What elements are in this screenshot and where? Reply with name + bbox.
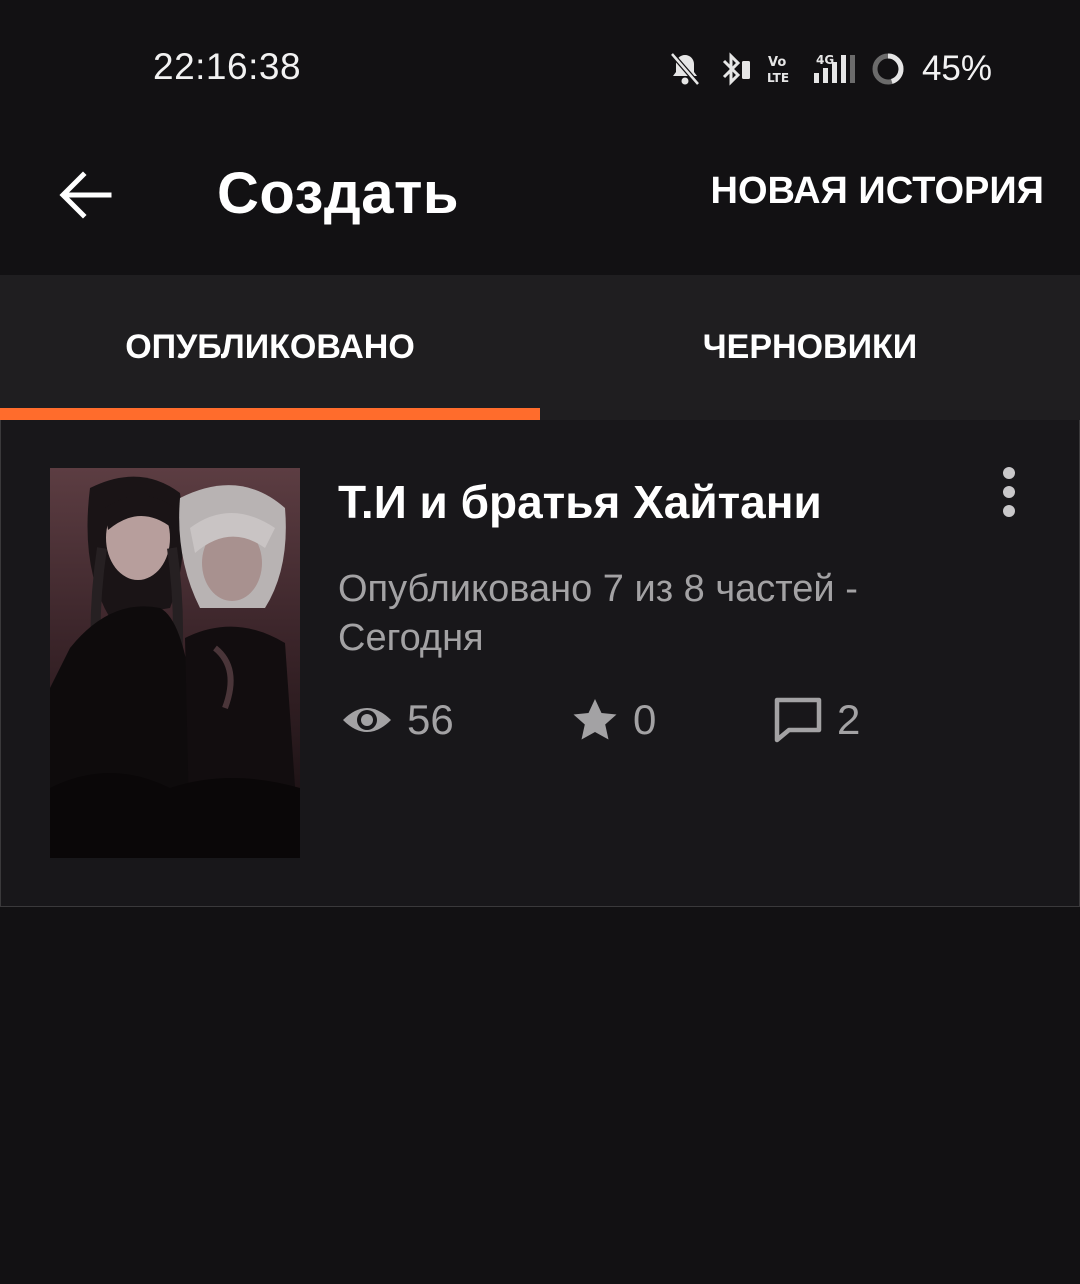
status-clock: 22:16:38: [153, 46, 302, 87]
tab-published[interactable]: ОПУБЛИКОВАНО: [0, 275, 540, 420]
more-options-button[interactable]: [989, 462, 1029, 522]
story-title: Т.И и братья Хайтани: [338, 476, 822, 528]
battery-ring-icon: [870, 51, 906, 87]
signal-4g-icon: 4G: [808, 51, 856, 87]
tab-indicator: [0, 408, 540, 420]
more-dot: [1003, 467, 1015, 479]
battery-percentage: 45%: [921, 49, 992, 88]
tab-bar: ОПУБЛИКОВАНО ЧЕРНОВИКИ: [0, 275, 1080, 421]
volte-icon: Vo LTE: [766, 51, 794, 87]
story-cover-image: [50, 468, 300, 858]
svg-text:Vo: Vo: [768, 55, 786, 70]
story-stats: 56 0 2: [338, 690, 978, 750]
story-publish-info: Опубликовано 7 из 8 частей - Сегодня: [338, 568, 858, 659]
eye-icon: [343, 708, 391, 732]
tab-drafts[interactable]: ЧЕРНОВИКИ: [540, 275, 1080, 420]
page-title: Создать: [217, 161, 460, 226]
status-bar: 22:16:38 Vo LTE 4G 45%: [0, 0, 1080, 130]
comments-count: 2: [837, 696, 861, 743]
svg-text:LTE: LTE: [767, 71, 789, 85]
svg-text:4G: 4G: [816, 53, 834, 67]
story-card[interactable]: Т.И и братья Хайтани Опубликовано 7 из 8…: [0, 420, 1080, 907]
comment-icon: [774, 697, 822, 743]
star-icon: [573, 699, 617, 740]
views-stat: 56: [341, 690, 454, 750]
votes-stat: 0: [571, 690, 656, 750]
votes-count: 0: [633, 696, 657, 743]
more-dot: [1003, 486, 1015, 498]
new-story-button[interactable]: НОВАЯ ИСТОРИЯ: [711, 170, 1044, 213]
back-button[interactable]: [50, 160, 120, 230]
app-bar: Создать НОВАЯ ИСТОРИЯ: [0, 130, 1080, 275]
bluetooth-icon: [716, 51, 752, 87]
views-count: 56: [407, 696, 454, 743]
status-icons: Vo LTE 4G 45%: [668, 48, 992, 90]
more-dot: [1003, 505, 1015, 517]
arrow-back-icon: [59, 171, 112, 219]
notifications-off-icon: [668, 51, 702, 87]
comments-stat: 2: [773, 690, 860, 750]
